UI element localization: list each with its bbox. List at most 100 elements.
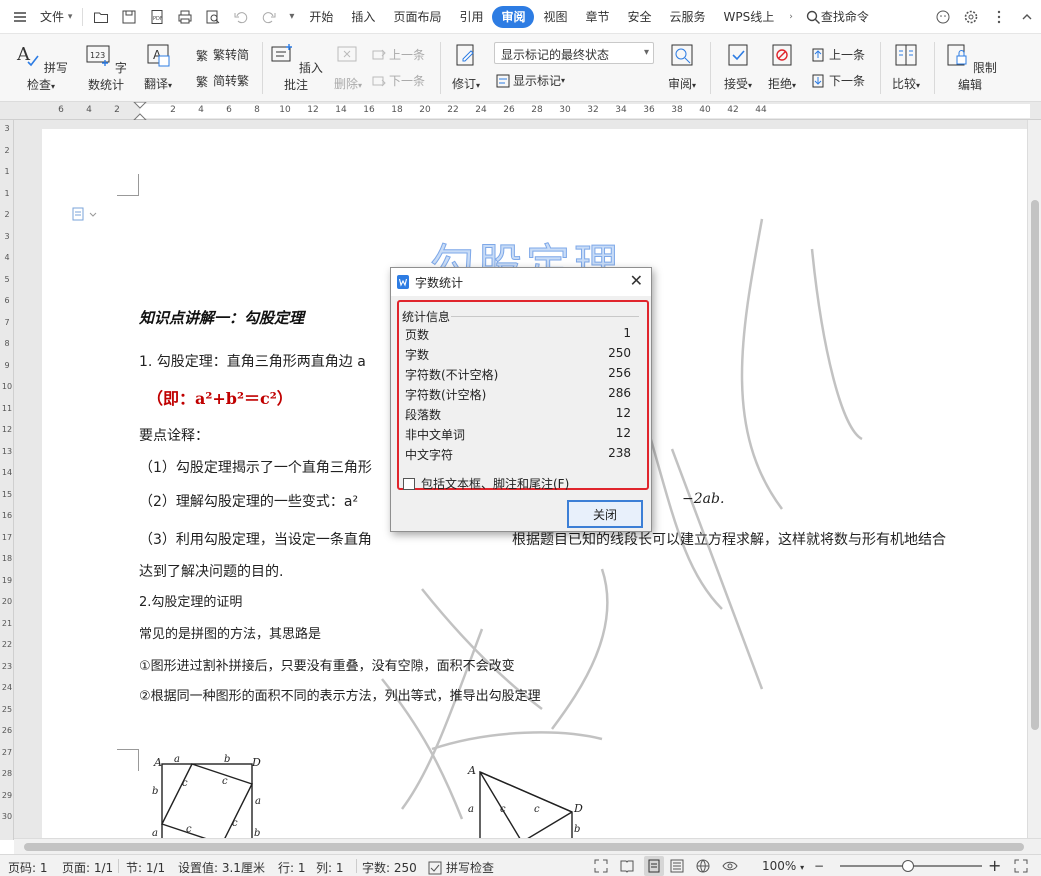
web-view-icon[interactable]	[696, 859, 710, 876]
tab-wps-online[interactable]: WPS线上	[715, 6, 784, 28]
status-setting[interactable]: 设置值: 3.1厘米	[178, 859, 265, 876]
tab-security[interactable]: 安全	[619, 6, 661, 28]
more-icon[interactable]	[985, 4, 1013, 30]
outline-view-icon[interactable]	[670, 859, 684, 876]
tab-page-layout[interactable]: 页面布局	[384, 6, 450, 28]
restrict-editing-button[interactable]: 限制编辑	[942, 42, 998, 93]
close-icon[interactable]: ✕	[630, 271, 643, 290]
prev-comment-button[interactable]: 上一条	[372, 46, 425, 63]
horizontal-scrollbar[interactable]	[14, 838, 1041, 854]
save-icon[interactable]	[115, 4, 143, 30]
vertical-ruler[interactable]: 3 2 1 1 2 3 4 5 6 7 8 9 10 11 12 13 14 15 16 17 18 19 20 21 22 23…	[0, 120, 14, 840]
ruler-tick-label: 7	[4, 317, 10, 327]
status-word-count[interactable]: 字数: 250	[362, 859, 417, 876]
fit-page-icon[interactable]	[1014, 859, 1028, 876]
accept-button[interactable]: 接受▾	[718, 42, 758, 92]
next-change-button[interactable]: 下一条	[812, 72, 865, 89]
tab-review[interactable]: 审阅	[492, 5, 535, 28]
status-row[interactable]: 行: 1	[278, 859, 306, 876]
tab-view[interactable]: 视图	[534, 6, 576, 28]
show-markup-button[interactable]: 显示标记 ▾	[496, 72, 565, 89]
ruler-tick-label: 21	[1, 618, 13, 628]
tabs-overflow-icon[interactable]: ›	[783, 4, 799, 30]
zoom-in-button[interactable]: +	[988, 856, 1001, 875]
track-changes-button[interactable]: 修订▾	[446, 42, 486, 92]
paragraph-format-icon[interactable]	[72, 207, 100, 221]
checkbox-box[interactable]	[403, 477, 415, 490]
fullscreen-icon[interactable]	[594, 859, 608, 876]
zoom-level[interactable]: 100% ▾	[762, 859, 804, 873]
paragraph: （3）利用勾股定理，当设定一条直角	[139, 532, 372, 548]
scrollbar-thumb[interactable]	[24, 843, 1024, 851]
tab-insert[interactable]: 插入	[342, 6, 384, 28]
hamburger-icon[interactable]	[6, 4, 34, 30]
next-comment-button[interactable]: 下一条	[372, 72, 425, 89]
translate-button[interactable]: A 翻译▾	[138, 42, 178, 92]
arrow-down-icon	[812, 74, 824, 87]
tab-chapter[interactable]: 章节	[577, 6, 619, 28]
status-spell-check[interactable]: 拼写检查	[428, 859, 494, 876]
gear-icon[interactable]	[957, 4, 985, 30]
lock-icon	[947, 44, 967, 66]
ruler-tick-label: 34	[615, 105, 627, 115]
display-state-select[interactable]: 显示标记的最终状态 ▾	[494, 42, 654, 64]
reading-mode-icon[interactable]	[620, 859, 634, 876]
zoom-slider-handle[interactable]	[902, 860, 914, 872]
ruler-tick-label: 4	[4, 253, 10, 262]
open-folder-icon[interactable]	[87, 4, 115, 30]
review-pane-button[interactable]: 审阅▾	[664, 42, 700, 92]
page-view-icon[interactable]	[644, 856, 664, 876]
file-menu[interactable]: 文件 ▾	[34, 4, 78, 30]
ruler-tick-label: 18	[391, 105, 403, 115]
vertical-scrollbar[interactable]	[1027, 120, 1041, 838]
export-pdf-icon[interactable]: PDF	[143, 4, 171, 30]
status-page-number[interactable]: 页码: 1	[8, 859, 48, 876]
close-button[interactable]: 关闭	[567, 500, 643, 528]
svg-text:繁: 繁	[196, 74, 208, 88]
feedback-icon[interactable]	[929, 4, 957, 30]
zoom-out-button[interactable]: −	[814, 859, 824, 873]
tab-home[interactable]: 开始	[300, 6, 342, 28]
simp-to-trad-button[interactable]: 繁 简转繁	[196, 72, 249, 89]
prev-change-button[interactable]: 上一条	[812, 46, 865, 63]
ruler-tick-label: 26	[1, 726, 13, 735]
ruler-tick-label: 30	[559, 105, 571, 115]
stat-row: 页数 1	[405, 326, 631, 342]
redo-icon[interactable]	[255, 4, 283, 30]
indent-marker-icon[interactable]	[132, 102, 148, 120]
status-column[interactable]: 列: 1	[316, 859, 344, 876]
include-textbox-footnote-checkbox[interactable]: 包括文本框、脚注和尾注(F)	[403, 475, 569, 492]
scrollbar-thumb[interactable]	[1031, 200, 1039, 730]
word-count-button[interactable]: 123 字数统计	[80, 42, 132, 93]
print-icon[interactable]	[171, 4, 199, 30]
reject-icon	[772, 44, 792, 66]
print-preview-icon[interactable]	[199, 4, 227, 30]
tab-references[interactable]: 引用	[450, 6, 492, 28]
ruler-tick-label: 27	[1, 747, 13, 757]
quick-access-chevron-icon[interactable]: ▾	[283, 4, 300, 30]
ruler-tick-label: 38	[671, 105, 683, 115]
compare-button[interactable]: 比较▾	[886, 42, 926, 92]
statistics-panel: 统计信息 页数 1 字数 250 字符数(不计空格) 256 字符数(计空格) 286 …	[397, 300, 649, 492]
svg-text:c: c	[186, 824, 192, 835]
delete-comment-button[interactable]: 删除▾	[328, 42, 368, 92]
compare-icon	[895, 44, 917, 66]
spell-check-button[interactable]: A 拼写检查▾	[10, 42, 72, 93]
insert-comment-button[interactable]: 插入批注	[268, 42, 324, 93]
eye-protection-icon[interactable]	[722, 859, 738, 876]
status-section[interactable]: 节: 1/1	[126, 859, 165, 876]
ruler-tick-label: 1	[4, 188, 10, 198]
find-command[interactable]: 查找命令	[799, 4, 875, 30]
reject-button[interactable]: 拒绝▾	[762, 42, 802, 92]
trad-to-simp-button[interactable]: 繁 繁转简	[196, 46, 249, 63]
simp-trad-icon: 繁	[196, 74, 208, 88]
tab-cloud-service[interactable]: 云服务	[661, 6, 715, 28]
horizontal-ruler[interactable]: 6 4 2 2 4 6 8 10 12 14 16 18 20 22 24 26 28 30 32 34 36 38 40 4…	[0, 102, 1041, 120]
collapse-ribbon-icon[interactable]	[1013, 4, 1041, 30]
title-bar: 文件 ▾ PDF ▾ 开始 插入 页面布局 引用 审阅 视图 章节 安全 云服务…	[0, 0, 1041, 34]
undo-icon[interactable]	[227, 4, 255, 30]
trad-simp-icon: 繁	[196, 48, 208, 62]
paragraph: 常见的是拼图的方法，其思路是	[139, 627, 322, 642]
dialog-title-bar[interactable]: 字数统计 ✕	[391, 268, 651, 296]
status-pages[interactable]: 页面: 1/1	[62, 859, 113, 876]
